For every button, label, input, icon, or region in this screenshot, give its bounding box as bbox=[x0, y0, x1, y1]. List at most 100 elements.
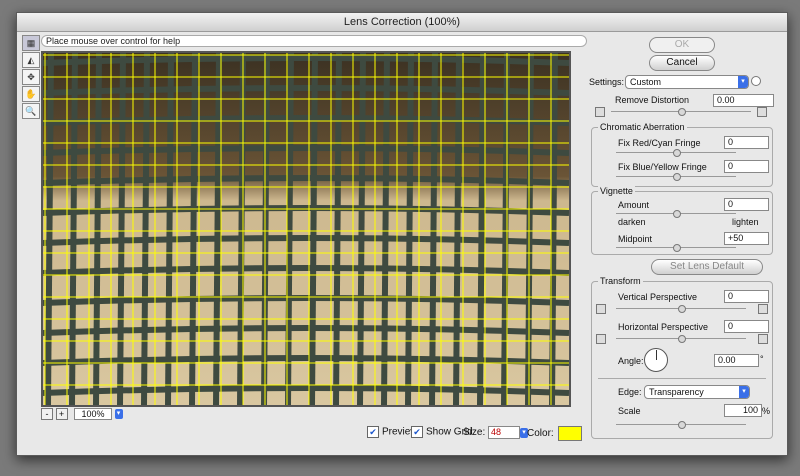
settings-label: Settings: bbox=[589, 77, 625, 87]
remove-distortion-label: Remove Distortion bbox=[615, 95, 690, 105]
slider-knob[interactable] bbox=[673, 244, 681, 252]
mesh-bar bbox=[357, 53, 366, 405]
mesh-bar bbox=[117, 53, 126, 405]
remove-distortion-slider[interactable] bbox=[611, 108, 751, 116]
mesh-bar bbox=[309, 53, 318, 405]
remove-distortion-field[interactable]: 0.00 bbox=[713, 94, 774, 107]
mesh-bar bbox=[141, 53, 150, 405]
midpoint-field[interactable]: +50 bbox=[724, 232, 769, 245]
slider-knob[interactable] bbox=[673, 149, 681, 157]
blue-yellow-label: Fix Blue/Yellow Fringe bbox=[618, 162, 707, 172]
straighten-tool-icon[interactable]: ◭ bbox=[22, 52, 40, 68]
percent-symbol: % bbox=[762, 406, 771, 416]
preview-image bbox=[43, 53, 569, 405]
move-grid-tool-icon[interactable]: ✥ bbox=[22, 69, 40, 85]
grid-size-control: Size: 48 ▾ bbox=[463, 426, 529, 439]
horizontal-perspective-out-icon bbox=[758, 334, 768, 344]
angle-label: Angle: bbox=[618, 356, 644, 366]
ok-button[interactable]: OK bbox=[649, 37, 715, 53]
grid-color-control: Color: bbox=[527, 426, 582, 441]
amount-label: Amount bbox=[618, 200, 650, 210]
chromatic-aberration-title: Chromatic Aberration bbox=[598, 122, 687, 132]
zoom-in-button[interactable]: + bbox=[55, 408, 68, 420]
blue-yellow-field[interactable]: 0 bbox=[724, 160, 769, 173]
size-label: Size: bbox=[463, 427, 486, 439]
slider-knob[interactable] bbox=[678, 108, 686, 116]
zoom-out-button[interactable]: - bbox=[41, 408, 53, 420]
degree-symbol: ° bbox=[760, 354, 764, 364]
red-cyan-field[interactable]: 0 bbox=[724, 136, 769, 149]
grid-size-field[interactable]: 48 bbox=[488, 426, 521, 439]
vertical-perspective-label: Vertical Perspective bbox=[618, 292, 698, 302]
mesh-bar bbox=[45, 53, 54, 405]
mesh-bar bbox=[381, 53, 390, 405]
transform-title: Transform bbox=[598, 276, 643, 286]
mesh-bar bbox=[549, 53, 558, 405]
slider-knob[interactable] bbox=[678, 305, 686, 313]
horizontal-perspective-in-icon bbox=[596, 334, 606, 344]
image-preview[interactable] bbox=[41, 51, 571, 407]
mesh-bar bbox=[453, 53, 462, 405]
mesh-bar bbox=[93, 53, 102, 405]
red-cyan-slider[interactable] bbox=[616, 149, 736, 157]
mesh-bar bbox=[165, 53, 174, 405]
angle-dial[interactable] bbox=[644, 348, 668, 372]
slider-knob[interactable] bbox=[678, 335, 686, 343]
settings-select[interactable]: Custom ▾ bbox=[625, 75, 749, 89]
angle-field[interactable]: 0.00 bbox=[714, 354, 759, 367]
mesh-bar bbox=[285, 53, 294, 405]
lens-correction-dialog: Lens Correction (100%) ▦ ◭ ✥ ✋ 🔍 Place m… bbox=[16, 12, 788, 456]
midpoint-slider[interactable] bbox=[616, 244, 736, 252]
grid-color-swatch[interactable] bbox=[557, 426, 582, 441]
cancel-button[interactable]: Cancel bbox=[649, 55, 715, 71]
horizontal-perspective-label: Horizontal Perspective bbox=[618, 322, 709, 332]
zoom-level-field[interactable]: 100% bbox=[74, 408, 113, 420]
scale-label: Scale bbox=[618, 406, 641, 416]
vertical-perspective-slider[interactable] bbox=[616, 305, 746, 313]
divider bbox=[598, 378, 766, 379]
mesh-bar bbox=[477, 53, 486, 405]
edge-value: Transparency bbox=[649, 387, 704, 397]
window-title: Lens Correction (100%) bbox=[17, 13, 787, 32]
chevron-down-icon: ▾ bbox=[738, 76, 748, 88]
amount-slider[interactable] bbox=[616, 210, 736, 218]
slider-knob[interactable] bbox=[673, 173, 681, 181]
settings-menu-icon[interactable] bbox=[751, 76, 761, 86]
red-cyan-label: Fix Red/Cyan Fringe bbox=[618, 138, 701, 148]
vignette-title: Vignette bbox=[598, 186, 635, 196]
lighten-label: lighten bbox=[732, 217, 759, 227]
mesh-bar bbox=[429, 53, 438, 405]
check-icon[interactable]: ✔ bbox=[411, 426, 423, 438]
blue-yellow-slider[interactable] bbox=[616, 173, 736, 181]
dial-hand bbox=[656, 350, 657, 360]
settings-value: Custom bbox=[630, 77, 662, 87]
tool-palette: ▦ ◭ ✥ ✋ 🔍 bbox=[22, 35, 40, 120]
scale-field[interactable]: 100 bbox=[724, 404, 762, 417]
hand-tool-icon[interactable]: ✋ bbox=[22, 86, 40, 102]
help-text-bar: Place mouse over control for help bbox=[41, 35, 587, 47]
set-lens-default-button[interactable]: Set Lens Default bbox=[651, 259, 763, 275]
vertical-perspective-in-icon bbox=[596, 304, 606, 314]
barrel-icon bbox=[757, 107, 767, 117]
amount-field[interactable]: 0 bbox=[724, 198, 769, 211]
slider-knob[interactable] bbox=[678, 421, 686, 429]
transform-group: Transform Vertical Perspective 0 Horizon… bbox=[591, 276, 773, 439]
check-icon[interactable]: ✔ bbox=[367, 426, 379, 438]
mesh-bar bbox=[69, 53, 78, 405]
zoom-dropdown-icon[interactable]: ▾ bbox=[114, 409, 123, 419]
remove-distortion-tool-icon[interactable]: ▦ bbox=[22, 35, 40, 51]
slider-knob[interactable] bbox=[673, 210, 681, 218]
edge-label: Edge: bbox=[618, 387, 642, 397]
vertical-perspective-out-icon bbox=[758, 304, 768, 314]
edge-select[interactable]: Transparency ▾ bbox=[644, 385, 750, 399]
horizontal-perspective-slider[interactable] bbox=[616, 335, 746, 343]
midpoint-label: Midpoint bbox=[618, 234, 653, 244]
mesh-bar bbox=[405, 53, 414, 405]
vertical-perspective-field[interactable]: 0 bbox=[724, 290, 769, 303]
preview-checkbox[interactable]: ✔ Preview bbox=[367, 426, 418, 439]
zoom-controls: - + 100% ▾ bbox=[41, 408, 123, 420]
zoom-tool-icon[interactable]: 🔍 bbox=[22, 103, 40, 119]
horizontal-perspective-field[interactable]: 0 bbox=[724, 320, 769, 333]
color-label: Color: bbox=[527, 428, 554, 440]
scale-slider[interactable] bbox=[616, 421, 746, 429]
